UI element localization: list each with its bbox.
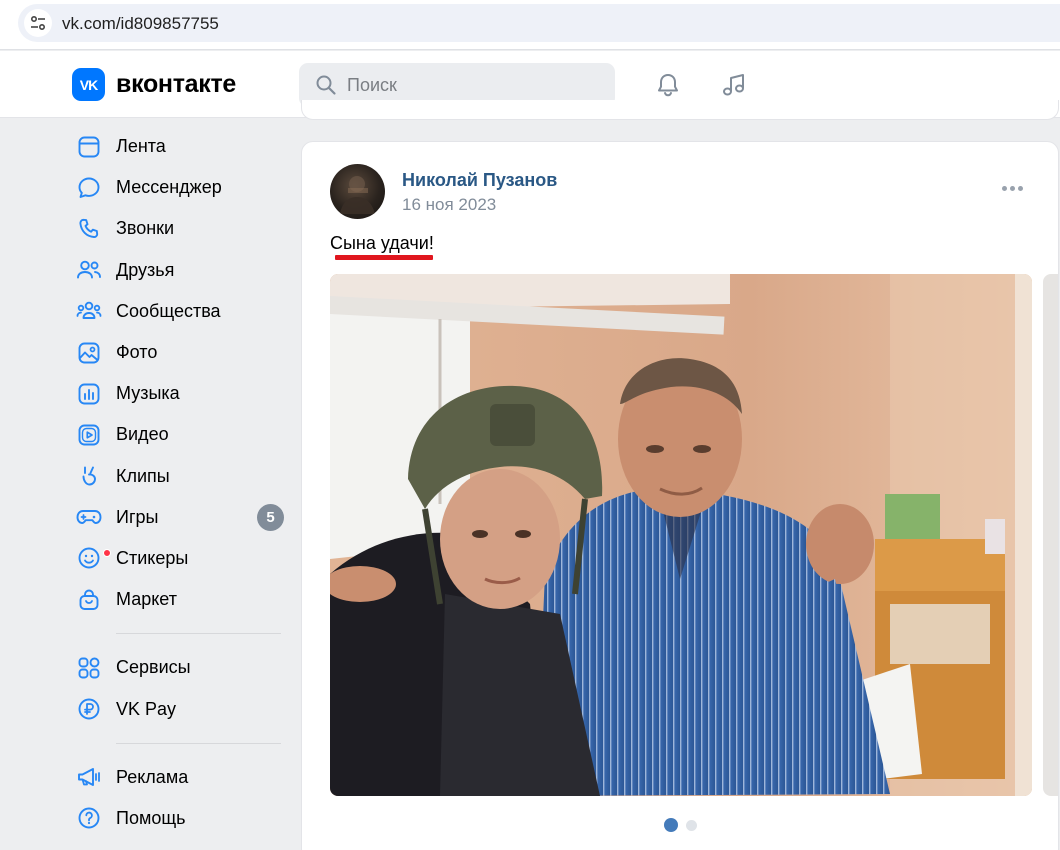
ads-icon (76, 764, 102, 790)
sidebar-item-services[interactable]: Сервисы (70, 647, 290, 688)
games-icon (76, 504, 102, 530)
browser-address-bar: vk.com/id809857755 (0, 0, 1060, 50)
sidebar-item-label: Друзья (116, 259, 175, 280)
sidebar-item-label: Помощь (116, 807, 186, 828)
friends-icon (76, 257, 102, 283)
sidebar-item-label: Музыка (116, 383, 180, 404)
search-icon (315, 74, 337, 101)
games-count-badge: 5 (257, 503, 284, 531)
photo-icon (76, 340, 102, 366)
sidebar-item-label: VK Pay (116, 698, 177, 719)
communities-icon (76, 298, 102, 324)
sidebar-item-music[interactable]: Музыка (70, 373, 290, 414)
post-more-options-icon[interactable] (1002, 186, 1023, 191)
music-player-icon[interactable] (718, 69, 750, 101)
sidebar-item-label: Игры (116, 506, 159, 527)
notifications-bell-icon[interactable] (652, 69, 684, 101)
sidebar-item-label: Стикеры (116, 547, 189, 568)
author-avatar[interactable] (330, 164, 385, 219)
sidebar-item-photo[interactable]: Фото (70, 332, 290, 373)
site-settings-icon[interactable] (24, 9, 52, 37)
sidebar-item-label: Мессенджер (116, 177, 222, 198)
sidebar-item-calls[interactable]: Звонки (70, 208, 290, 249)
vk-wordmark[interactable]: вконтакте (116, 70, 236, 99)
sidebar-item-friends[interactable]: Друзья (70, 250, 290, 291)
carousel-dot[interactable] (686, 819, 697, 831)
sidebar-item-label: Звонки (116, 218, 175, 239)
sidebar-item-label: Фото (116, 342, 158, 363)
sidebar-item-video[interactable]: Видео (70, 414, 290, 455)
sidebar-item-label: Сервисы (116, 657, 191, 678)
new-stickers-dot (103, 549, 111, 558)
vk-logo-icon[interactable]: VK (72, 68, 105, 101)
sidebar-item-market[interactable]: Маркет (70, 579, 290, 620)
sidebar-item-ads[interactable]: Реклама (70, 757, 290, 798)
sidebar-item-stickers[interactable]: Стикеры (70, 538, 290, 579)
newsfeed-icon (76, 134, 102, 160)
sidebar-divider (116, 633, 281, 635)
sidebar-item-label: Реклама (116, 766, 189, 787)
sidebar-item-label: Маркет (116, 589, 177, 610)
post-date[interactable]: 16 ноя 2023 (402, 195, 496, 215)
carousel-dot-active[interactable] (664, 818, 678, 832)
clips-icon (76, 463, 102, 489)
market-icon (76, 587, 102, 613)
post-text: Сына удачи! (330, 233, 434, 253)
sidebar-item-vkpay[interactable]: VK Pay (70, 688, 290, 729)
post-photo[interactable] (330, 274, 1032, 796)
services-icon (76, 655, 102, 681)
sidebar-item-label: Сообщества (116, 300, 221, 321)
help-icon (76, 805, 102, 831)
url-box[interactable]: vk.com/id809857755 (18, 4, 1060, 42)
vkpay-icon (76, 696, 102, 722)
sidebar-item-label: Клипы (116, 465, 170, 486)
carousel-indicator (664, 818, 697, 832)
phone-icon (76, 216, 102, 242)
next-photo-preview[interactable] (1043, 274, 1058, 796)
sidebar-item-clips[interactable]: Клипы (70, 456, 290, 497)
previous-post-card (301, 100, 1059, 120)
sidebar-divider (116, 742, 281, 744)
red-highlight-underline (335, 255, 433, 260)
sidebar-item-messenger[interactable]: Мессенджер (70, 167, 290, 208)
wall-post: Николай Пузанов 16 ноя 2023 Сына удачи! (301, 141, 1059, 850)
sidebar-item-label: Видео (116, 424, 169, 445)
left-sidebar: Лента Мессенджер Звонки Друзья Сообществ… (70, 126, 290, 839)
music-icon (76, 381, 102, 407)
sidebar-item-games[interactable]: Игры 5 (70, 497, 290, 538)
url-text[interactable]: vk.com/id809857755 (62, 14, 219, 34)
video-icon (76, 422, 102, 448)
sidebar-item-label: Лента (116, 136, 166, 157)
post-author-name[interactable]: Николай Пузанов (402, 170, 557, 191)
stickers-icon (76, 545, 111, 571)
sidebar-item-newsfeed[interactable]: Лента (70, 126, 290, 167)
sidebar-item-help[interactable]: Помощь (70, 798, 290, 839)
sidebar-item-communities[interactable]: Сообщества (70, 291, 290, 332)
messenger-icon (76, 175, 102, 201)
